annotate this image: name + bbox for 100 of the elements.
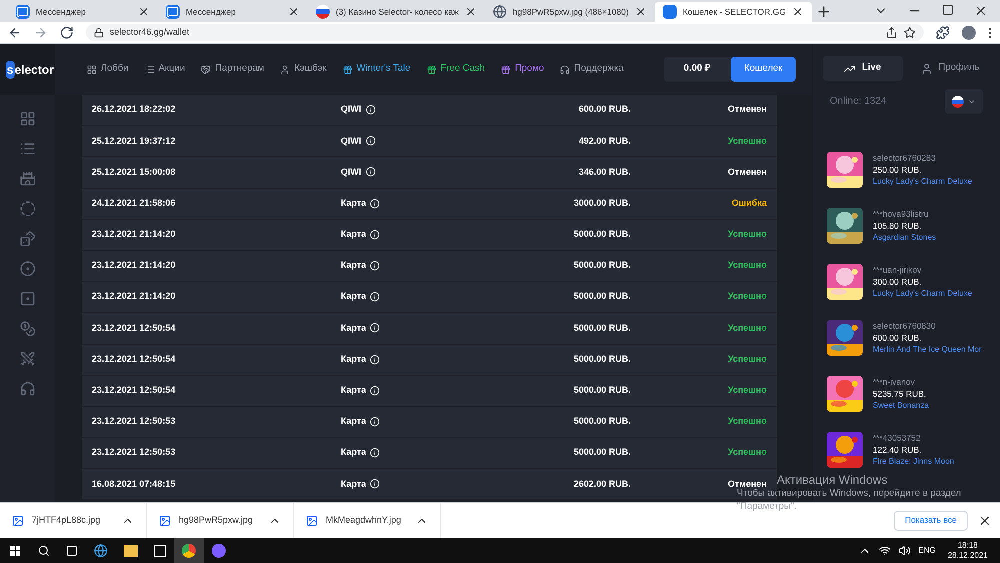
browser-tab[interactable]: (3) Казино Selector- колесо каж (308, 2, 485, 22)
show-all-button[interactable]: Показать все (894, 510, 968, 530)
handshake-icon (201, 64, 212, 74)
game-link[interactable]: Lucky Lady's Charm Deluxe (873, 176, 972, 188)
nav-link[interactable]: Партнерам (201, 62, 264, 77)
info-icon[interactable] (370, 448, 380, 458)
info-icon[interactable] (370, 354, 380, 365)
wallet-button[interactable]: Кошелек (731, 57, 796, 82)
table-cell-text: 5000.00 RUB. (572, 290, 631, 304)
table-cell: Карта (341, 446, 441, 460)
table-cell-text: Успешно (728, 134, 767, 148)
address-bar[interactable]: selector46.gg/wallet (86, 24, 924, 41)
castle-icon[interactable] (20, 171, 36, 187)
table-cell: Карта (341, 322, 441, 336)
browser-tab[interactable]: Мессенджер (158, 2, 308, 22)
game-link[interactable]: Fire Blaze: Jinns Moon (873, 456, 954, 468)
back-icon[interactable] (8, 26, 22, 40)
table-cell-text: Успешно (728, 322, 767, 335)
clock[interactable]: 18:18 28.12.2021 (948, 540, 988, 560)
game-link[interactable]: Merlin And The Ice Queen Mor (873, 344, 982, 356)
info-icon[interactable] (370, 230, 380, 240)
close-icon[interactable] (634, 6, 647, 18)
share-icon[interactable] (886, 26, 898, 38)
info-icon[interactable] (366, 136, 376, 146)
site-logo[interactable]: selector (0, 44, 55, 95)
player-name: ***n-ivanov (873, 376, 916, 388)
nav-link[interactable]: Промо (501, 62, 544, 77)
info-icon[interactable] (370, 479, 380, 490)
win-amount: 5235.75 RUB. (873, 388, 928, 400)
game-link[interactable]: Sweet Bonanza (873, 400, 930, 412)
table-cell-text: Успешно (728, 446, 767, 460)
close-icon[interactable] (974, 4, 988, 18)
maximize-icon[interactable] (942, 4, 954, 16)
star-icon[interactable] (904, 26, 916, 38)
coins-icon[interactable] (20, 321, 36, 337)
avatar-icon[interactable] (962, 26, 976, 40)
table-cell-text: 5000.00 RUB. (572, 446, 631, 460)
table-cell: Карта (341, 415, 441, 429)
table-cell-text: 5000.00 RUB. (572, 259, 631, 272)
target-icon[interactable] (20, 261, 36, 277)
table-cell: Карта (341, 478, 441, 492)
dice-icon[interactable] (20, 231, 36, 247)
volume-icon[interactable] (898, 544, 911, 556)
close-icon[interactable] (288, 6, 300, 18)
search-icon[interactable] (38, 544, 50, 556)
nav-link[interactable]: Акции (144, 62, 186, 77)
info-icon[interactable] (370, 416, 380, 427)
game-link[interactable]: Lucky Lady's Charm Deluxe (873, 288, 972, 300)
nav-link[interactable]: Winter's Tale (342, 62, 411, 77)
player-name: ***43053752 (873, 432, 922, 444)
info-icon[interactable] (370, 323, 380, 334)
browser-tab[interactable]: Мессенджер (8, 2, 158, 22)
swords-icon[interactable] (20, 351, 36, 367)
grid-icon[interactable] (20, 111, 36, 127)
lock-icon (94, 28, 104, 38)
player-name: ***uan-jirikov (873, 264, 923, 276)
close-icon[interactable] (792, 6, 804, 18)
list-icon[interactable] (20, 141, 36, 157)
forward-icon[interactable] (34, 26, 48, 40)
dashed-circle-icon[interactable] (20, 201, 36, 217)
info-icon[interactable] (370, 386, 380, 396)
table-cell-text: Успешно (728, 290, 767, 304)
info-icon[interactable] (370, 198, 380, 209)
nav-link[interactable]: Кэшбэк (280, 62, 327, 77)
browser-tab[interactable]: Кошелек - SELECTOR.GG (654, 2, 812, 22)
info-icon[interactable] (370, 292, 380, 302)
close-icon[interactable] (464, 6, 477, 18)
table-cell: QIWI (341, 134, 441, 148)
browser-icon[interactable] (94, 544, 108, 558)
menu-icon[interactable] (988, 26, 992, 38)
table-cell-text: 25.12.2021 15:00:08 (92, 166, 177, 179)
nav-link[interactable]: Free Cash (426, 62, 486, 77)
table-cell-text: 5000.00 RUB. (572, 322, 631, 335)
info-icon[interactable] (370, 261, 380, 272)
game-link[interactable]: Asgardian Stones (873, 232, 936, 244)
browser-tab[interactable]: hg98PwR5pxw.jpg (486×1080) (484, 2, 655, 22)
table-cell-text: 16.08.2021 07:48:15 (92, 478, 177, 491)
table-cell-text: 23.12.2021 12:50:54 (92, 352, 177, 366)
store-icon[interactable] (154, 544, 166, 556)
headset-icon[interactable] (20, 381, 36, 397)
close-icon[interactable] (138, 6, 150, 18)
network-icon[interactable] (878, 544, 891, 556)
panel-tab[interactable]: Профиль (910, 56, 990, 81)
task-view-icon[interactable] (66, 544, 78, 556)
info-icon[interactable] (366, 105, 376, 116)
reload-icon[interactable] (60, 26, 74, 40)
nav-link[interactable]: Лобби (87, 62, 129, 77)
table-cell-text: 25.12.2021 19:37:12 (92, 134, 177, 148)
panel-tab[interactable]: Live (823, 56, 902, 81)
gift-icon (426, 64, 437, 74)
language-button[interactable] (945, 89, 983, 114)
globe-icon (492, 5, 507, 19)
language-indicator[interactable]: ENG (918, 544, 936, 556)
nav-link[interactable]: Поддержка (560, 62, 624, 77)
folder-icon[interactable] (124, 544, 138, 556)
win-amount: 600.00 RUB. (873, 332, 923, 344)
extensions-icon[interactable] (936, 26, 950, 40)
info-icon[interactable] (366, 167, 376, 178)
user-icon (280, 64, 290, 74)
table-cell: Карта (341, 259, 441, 273)
